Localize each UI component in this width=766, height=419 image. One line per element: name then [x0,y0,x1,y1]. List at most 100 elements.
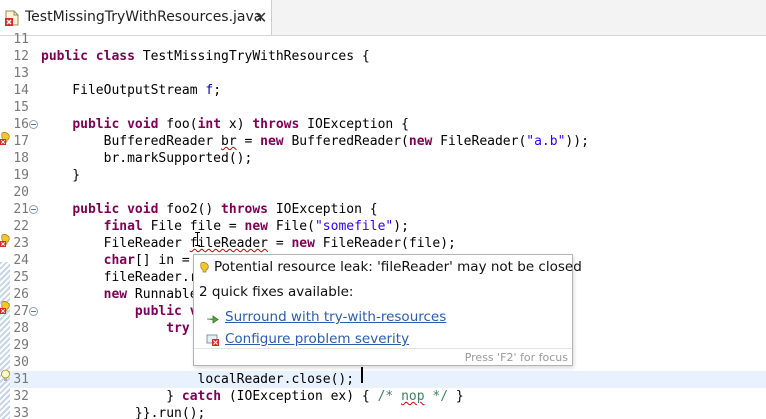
code-token: }}.run(); [41,406,206,419]
code-token: new [103,287,128,302]
code-token: void [127,202,159,217]
mouse-ibeam-cursor [195,232,200,246]
code-text: public class TestMissingTryWithResources… [41,48,370,65]
line-number: 19 [13,168,29,183]
quick-fix-count: 2 quick fixes available: [199,284,354,300]
line-number: 18 [13,151,29,166]
code-token: public [134,304,182,319]
code-line[interactable]: 20 [0,184,766,201]
fold-toggle-icon[interactable] [29,307,38,316]
tab-title: TestMissingTryWithResources.java [25,9,263,25]
code-line[interactable]: 16 public void foo(int x) throws IOExcep… [0,116,766,133]
code-line[interactable]: 33 }}.run(); [0,405,766,419]
warning-marker-icon[interactable] [0,132,11,145]
code-token: void [127,117,159,132]
code-text: public void foo(int x) throws IOExceptio… [41,116,409,133]
line-number: 27 [13,304,29,319]
line-number: 16 [13,117,29,132]
code-line[interactable]: 13 [0,65,766,82]
line-number: 14 [13,83,29,98]
focus-hint: Press 'F2' for focus [464,351,568,364]
change-arrow-icon [207,315,219,324]
code-token: x) [221,117,253,132]
configure-severity-link[interactable]: Configure problem severity [225,331,409,347]
warning-lightbulb-icon [200,262,209,273]
line-number: 33 [13,406,29,419]
code-line[interactable]: 15 [0,99,766,116]
fold-toggle-icon[interactable] [29,120,38,129]
code-line[interactable]: 21 public void foo2() throws IOException… [0,201,766,218]
line-number: 28 [13,321,29,336]
close-icon[interactable]: ✕ [254,8,267,27]
code-text: final File file = new File("somefile"); [41,218,409,235]
text-caret [361,367,363,383]
code-line[interactable]: 32 } catch (IOException ex) { /* nop */ … [0,388,766,405]
code-token: BufferedReader( [283,134,409,149]
quick-fix-hover[interactable]: Potential resource leak: 'fileReader' ma… [193,254,582,366]
line-number: 15 [13,100,29,115]
line-number: 26 [13,287,29,302]
code-line[interactable]: 19 } [0,167,766,184]
code-token: [] in = [134,253,198,268]
code-line[interactable]: 31 localReader.close(); [0,371,766,388]
code-text: try { [41,320,205,337]
code-token: FileReader( [432,134,527,149]
code-line[interactable]: 18 br.markSupported(); [0,150,766,167]
code-text: br.markSupported(); [41,150,253,167]
warning-marker-icon[interactable] [0,301,11,314]
line-number: 13 [13,66,29,81]
code-line[interactable]: 14 FileOutputStream f; [0,82,766,99]
code-text: BufferedReader br = new BufferedReader(n… [41,133,589,150]
code-token: br [221,134,237,149]
surround-with-try-link[interactable]: Surround with try-with-resources [225,309,446,325]
code-text: } [41,167,80,184]
code-line[interactable]: 12 public class TestMissingTryWithResourc… [0,48,766,65]
code-line[interactable]: 17 BufferedReader br = new BufferedReade… [0,133,766,150]
code-token: = [236,134,261,149]
code-token: TestMissingTryWithResources { [134,49,370,64]
code-token: class [95,49,135,64]
code-token: public [41,49,88,64]
code-token: new [291,236,315,251]
code-token: /* [377,389,402,404]
code-token: FileOutputStream [41,83,206,98]
warning-marker-icon[interactable] [0,234,11,247]
code-line[interactable]: 22 final File file = new File("somefile"… [0,218,766,235]
fold-toggle-icon[interactable] [29,205,38,214]
lightbulb-icon[interactable] [0,369,11,382]
line-number: 30 [13,355,29,370]
code-token: (IOException ex) { [221,389,378,404]
editor-tab[interactable]: TestMissingTryWithResources.java ✕ [0,0,272,35]
code-token: BufferedReader [41,134,222,149]
code-token: FileReader(file); [314,236,456,251]
code-token: IOException { [299,117,409,132]
line-number: 32 [13,389,29,404]
code-token: localReader.close(); [41,372,355,387]
configure-severity-icon [206,334,219,346]
line-number: 17 [13,134,29,149]
code-token: "a.b" [526,134,566,149]
code-token: File file = [142,219,245,234]
code-token: } [41,389,182,404]
code-token: final [103,219,143,234]
code-token: public [72,117,120,132]
line-number: 23 [13,236,29,251]
code-text: public void foo2() throws IOException { [41,201,377,218]
code-line[interactable]: 23 FileReader fileReader = new FileReade… [0,235,766,252]
line-number: 12 [13,49,29,64]
code-token: new [408,134,433,149]
line-number: 29 [13,338,29,353]
code-token: public [72,202,120,217]
code-token: "somefile" [314,219,394,234]
code-line[interactable]: 11 [0,31,766,48]
line-number: 22 [13,219,29,234]
change-ruler [0,262,10,419]
